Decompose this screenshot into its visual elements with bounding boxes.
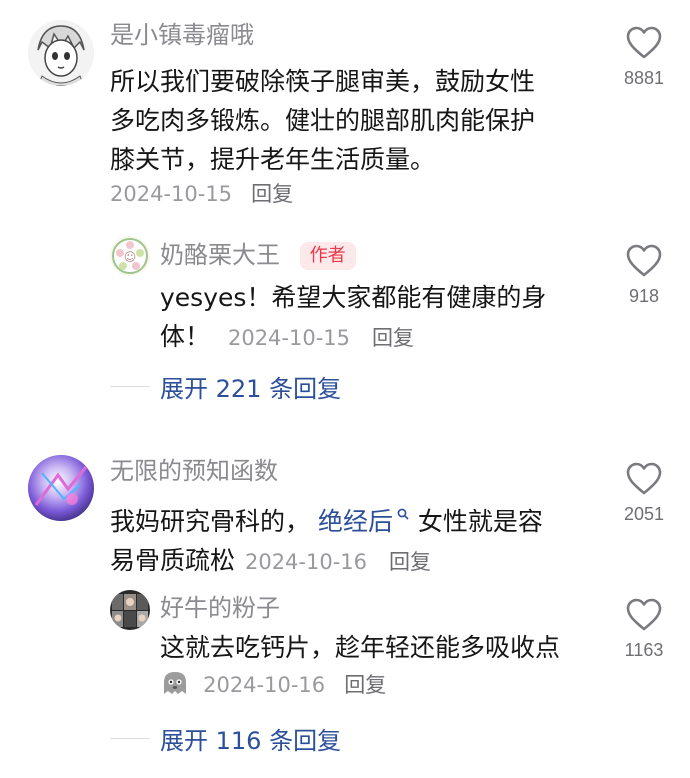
reply-button[interactable]: 回复 [251,182,293,206]
reply-button[interactable]: 回复 [372,326,414,350]
search-icon-glyph [398,508,410,520]
reply-text-line: 这就去吃钙片，趁年轻还能多吸收点 [160,633,561,662]
reply-username[interactable]: 好牛的粉子 [160,593,280,623]
reply-text-line: 体！ 2024-10-15 回复 [160,317,546,358]
reply-username: 奶酪栗大王 作者 [160,240,356,270]
comment-username[interactable]: 是小镇毒瘤哦 [110,20,254,50]
reply-date: 2024-10-16 [203,673,326,697]
avatar[interactable] [28,455,94,521]
expand-replies-label[interactable]: 展开 116 条回复 [160,721,341,756]
expand-replies[interactable]: 展开 221 条回复 [110,366,341,406]
comment-text-line: 膝关节，提升老年生活质量。 [110,145,436,174]
heart-outline-icon [626,26,662,59]
avatar-image [110,590,150,630]
reply-date: 2024-10-15 [227,326,351,350]
comment-date: 2024-10-16 [244,550,368,574]
comment-username[interactable]: 无限的预知函数 [110,456,278,486]
comment-date: 2024-10-15 [110,182,233,206]
like-count: 8881 [623,68,665,88]
reply-text-end: 体！ [160,322,211,351]
reply-avatar[interactable]: ☺ [110,236,150,276]
comment-text-end: 易骨质疏松 [110,546,236,575]
author-badge: 作者 [299,242,356,270]
like-button[interactable]: 1163 [608,598,680,661]
svg-text:☺: ☺ [124,250,137,264]
heart-outline-icon [626,462,662,495]
like-button[interactable]: 8881 [608,26,680,89]
avatar-image [28,455,94,521]
avatar-image: ☺ [110,236,150,276]
comment-text: 所以我们要破除筷子腿审美，鼓励女性 多吃肉多锻炼。健壮的腿部肌肉能保护 膝关节，… [110,62,535,179]
comment-text-pre: 我妈研究骨科的， [110,507,311,536]
reply-text: 这就去吃钙片，趁年轻还能多吸收点 [160,628,560,667]
reply-meta: 2024-10-16 回复 [160,668,386,699]
reply-button[interactable]: 回复 [344,673,386,697]
avatar[interactable] [28,20,94,86]
expand-replies[interactable]: 展开 116 条回复 [110,718,341,758]
heart-outline-icon [626,598,662,631]
divider-line [110,385,150,387]
search-link[interactable]: 绝经后 [318,507,393,536]
like-button[interactable]: 918 [608,244,680,307]
comment-text-line: 我妈研究骨科的， 绝经后 女性就是容 [110,497,543,541]
reply-text-line: yesyes！希望大家都能有健康的身 [160,283,547,312]
reply-username-text[interactable]: 奶酪栗大王 [160,241,280,269]
search-icon[interactable] [393,508,414,524]
avatar-image [28,20,94,86]
ghost-sticker-icon [164,672,186,694]
reply-text: yesyes！希望大家都能有健康的身 体！ 2024-10-15 回复 [160,278,546,358]
reply-button[interactable]: 回复 [389,550,431,574]
like-count: 918 [628,286,660,306]
like-button[interactable]: 2051 [608,462,680,525]
comment-meta: 2024-10-15 回复 [110,178,293,208]
comment-text-line: 易骨质疏松 2024-10-16 回复 [110,541,543,582]
comment-text: 我妈研究骨科的， 绝经后 女性就是容 易骨质疏松 2024-10-16 回复 [110,497,543,582]
expand-replies-label[interactable]: 展开 221 条回复 [160,369,341,404]
divider-line [110,737,150,739]
comment-text-post: 女性就是容 [417,507,543,536]
heart-outline-icon [626,244,662,277]
reply-avatar[interactable] [110,590,150,630]
comment-text-line: 所以我们要破除筷子腿审美，鼓励女性 [110,67,536,96]
like-count: 1163 [624,640,664,660]
like-count: 2051 [623,504,665,524]
comment-text-line: 多吃肉多锻炼。健壮的腿部肌肉能保护 [110,106,536,135]
